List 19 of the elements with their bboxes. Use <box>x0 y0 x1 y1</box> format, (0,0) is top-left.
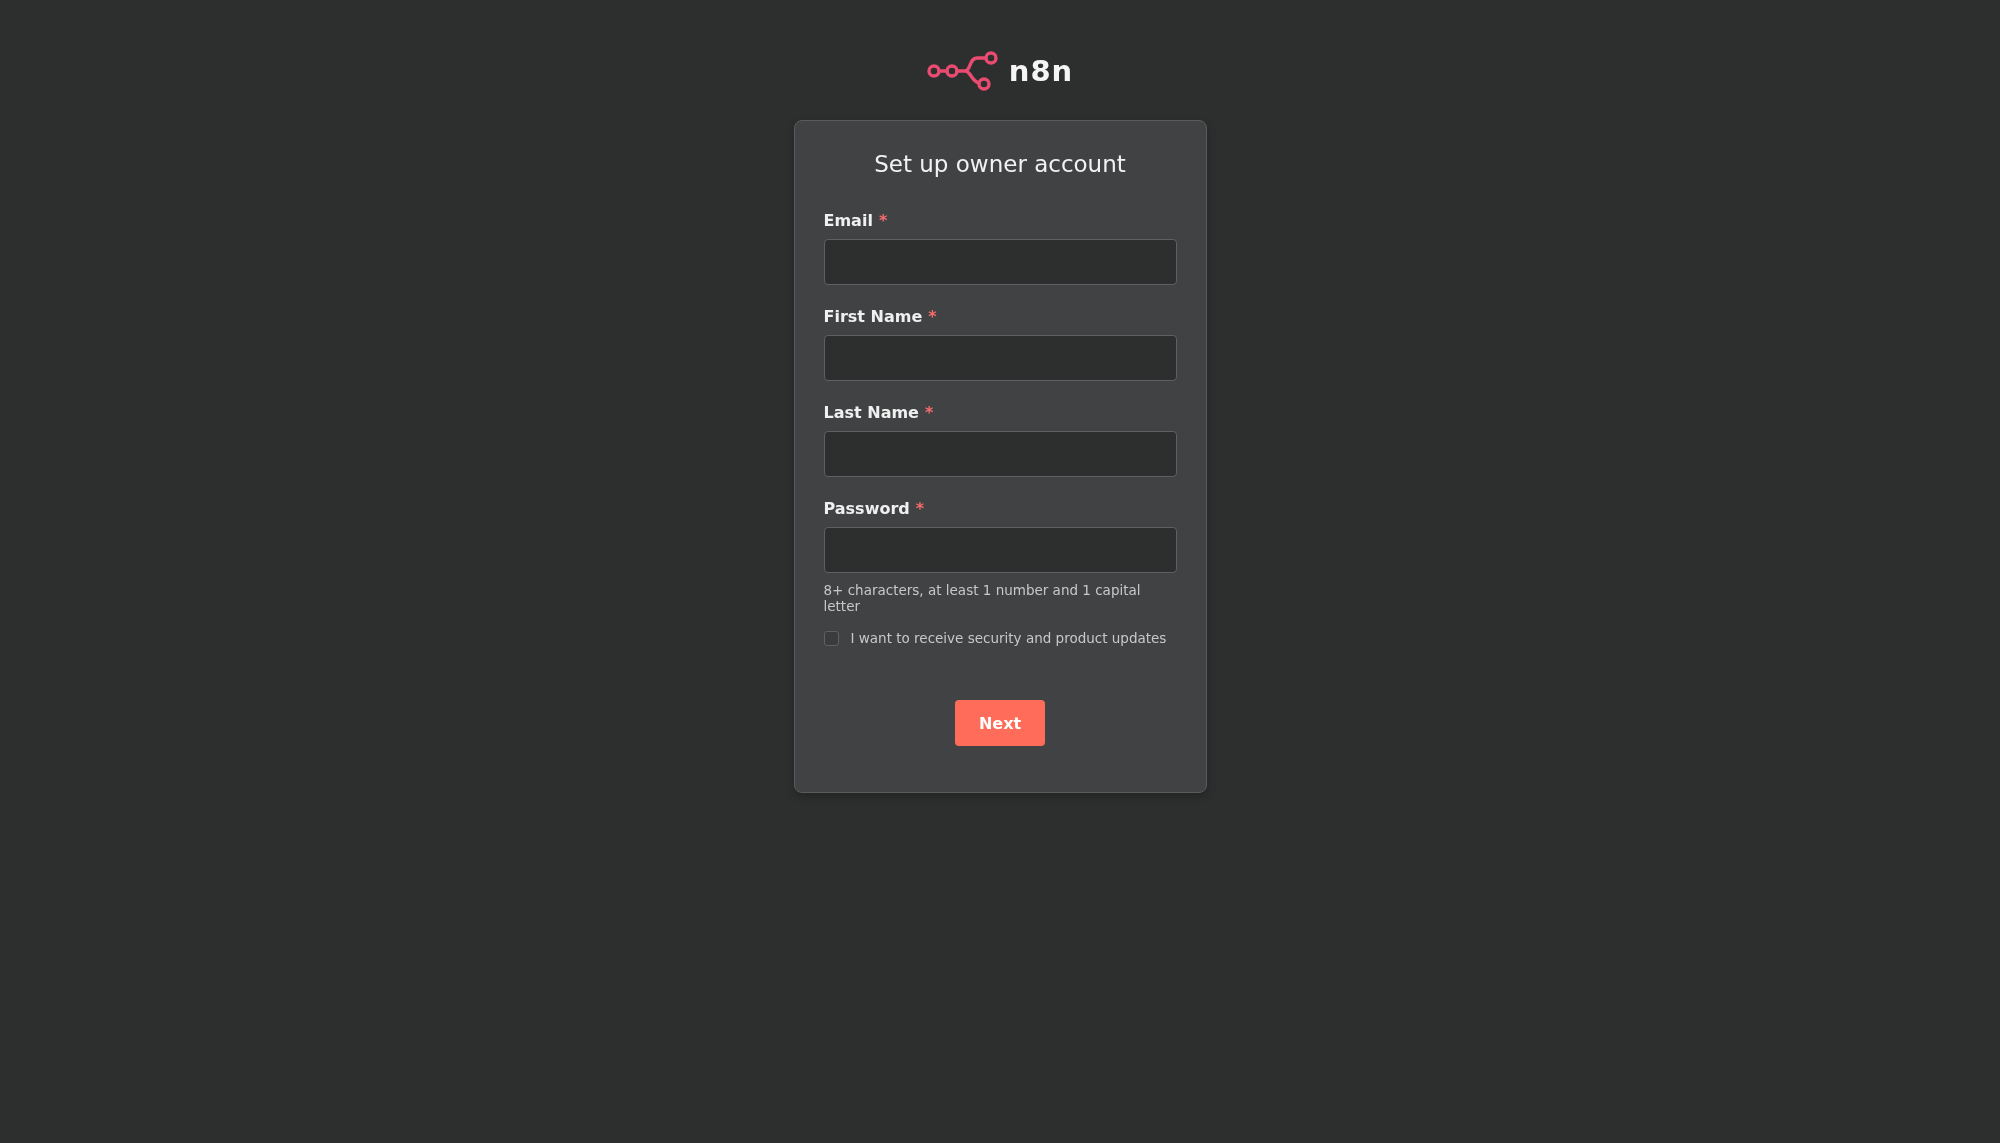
field-label: Password <box>823 499 910 518</box>
logo-icon <box>926 51 999 91</box>
next-button[interactable]: Next <box>954 700 1046 746</box>
required-mark: * <box>928 307 937 326</box>
logo-text: n8n <box>1008 54 1074 88</box>
input-field[interactable] <box>823 335 1177 381</box>
required-mark: * <box>924 403 934 422</box>
field-hint: 8+ characters, at least 1 number and 1 capital letter <box>823 582 1142 614</box>
checkbox[interactable] <box>823 630 839 646</box>
input-field[interactable] <box>823 431 1177 477</box>
field-label: Last Name <box>823 403 919 422</box>
checkbox-label: I want to receive security and product updates <box>850 630 1167 646</box>
field-label: First Name <box>823 307 923 326</box>
field-label: Email <box>823 211 873 230</box>
form-title: Set up owner account <box>873 151 1127 177</box>
input-field[interactable] <box>823 527 1177 573</box>
required-mark: * <box>878 211 888 230</box>
required-mark: * <box>915 499 925 518</box>
input-field[interactable] <box>823 239 1177 285</box>
